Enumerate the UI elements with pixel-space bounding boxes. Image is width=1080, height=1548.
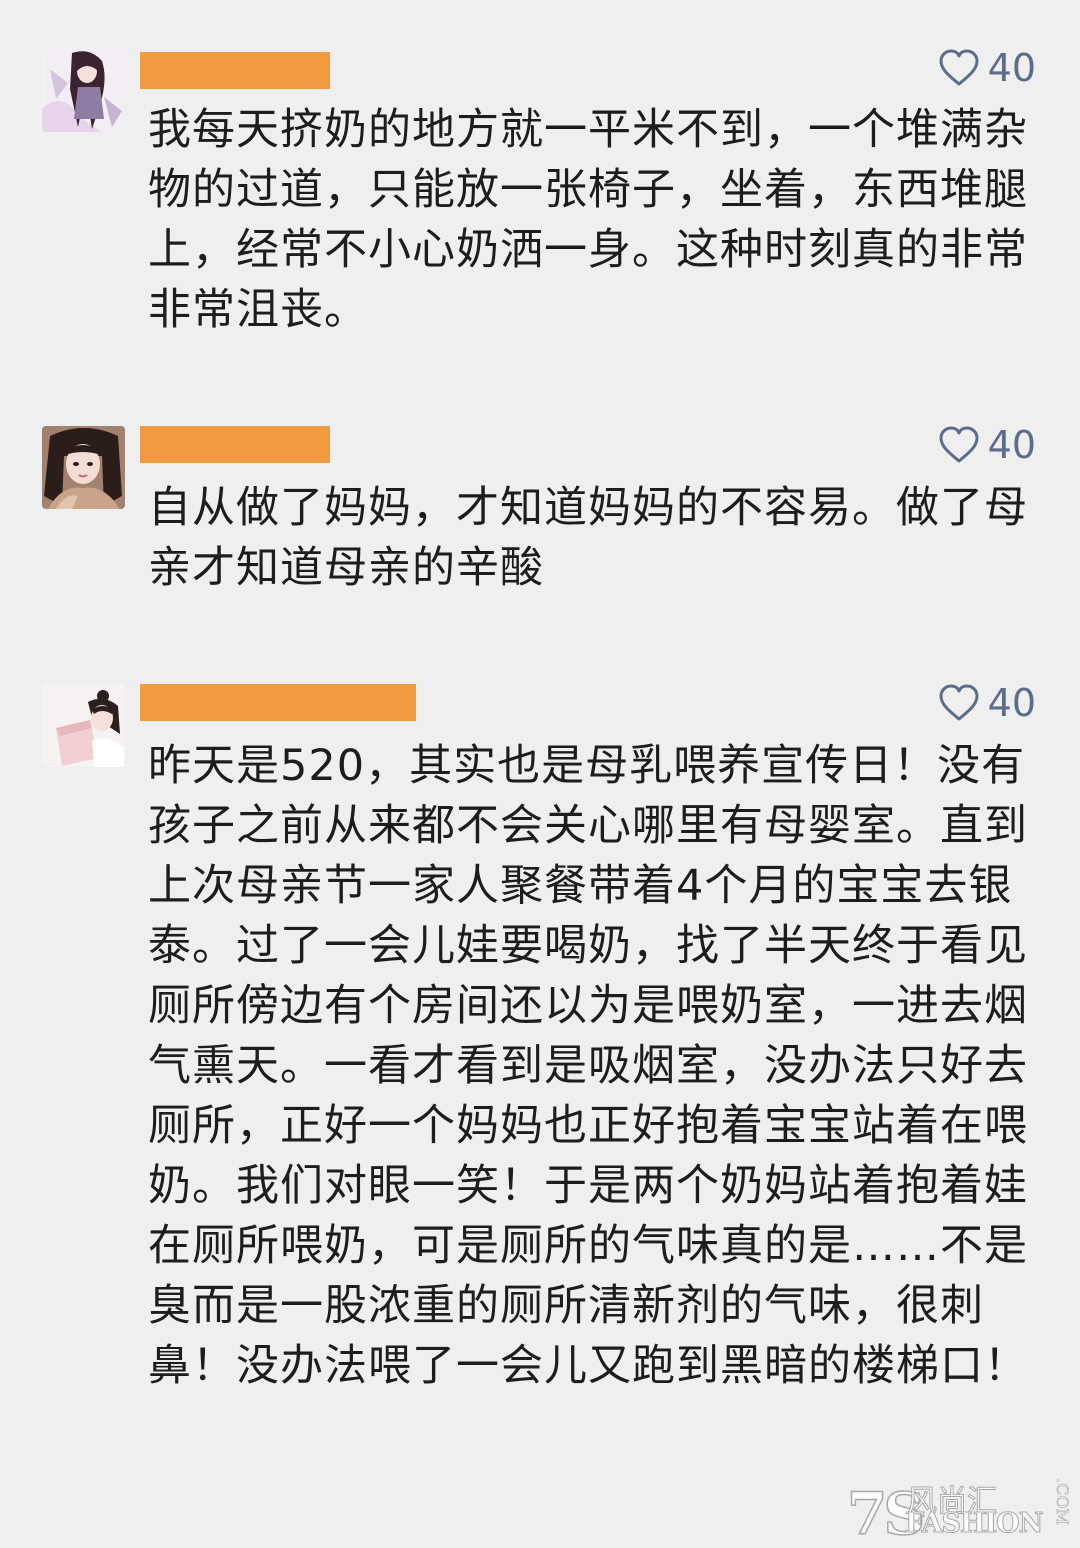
comment-text: 我每天挤奶的地方就一平米不到，一个堆满杂物的过道，只能放一张椅子，坐着，东西堆腿…	[148, 105, 1028, 335]
anime-girl-avatar-image	[42, 49, 125, 132]
like-count: 40	[987, 46, 1036, 90]
like-button[interactable]: 40	[938, 46, 1036, 90]
like-count: 40	[987, 681, 1036, 725]
like-count: 40	[987, 423, 1036, 467]
comment-text: 自从做了妈妈，才知道妈妈的不容易。做了母亲才知道母亲的辛酸	[148, 483, 1028, 593]
heart-icon	[939, 426, 979, 463]
woman-photo-avatar-image	[42, 426, 125, 509]
like-button[interactable]: 40	[938, 423, 1036, 467]
fashion-site-watermark-logo: 7S 风尚汇 FASHION .COM	[846, 1476, 1073, 1548]
comment-text: 昨天是520，其实也是母乳喂养宣传日！没有孩子之前从来都不会关心哪里有母婴室。直…	[148, 741, 1028, 1391]
watermark-domain-suffix: .COM	[1053, 1478, 1073, 1525]
user-avatar[interactable]	[42, 426, 125, 509]
woman-with-book-avatar-image	[42, 684, 125, 767]
user-avatar[interactable]	[42, 49, 125, 132]
comment-item: 40 我每天挤奶的地方就一平米不到，一个堆满杂物的过道，只能放一张椅子，坐着，东…	[0, 0, 1080, 380]
heart-icon	[939, 684, 979, 721]
redacted-username	[140, 426, 330, 463]
user-avatar[interactable]	[42, 684, 125, 767]
like-button[interactable]: 40	[938, 681, 1036, 725]
watermark-english-text: FASHION	[904, 1508, 1043, 1540]
redacted-username	[140, 52, 330, 89]
heart-icon	[939, 49, 979, 86]
comment-item: 40 自从做了妈妈，才知道妈妈的不容易。做了母亲才知道母亲的辛酸	[0, 380, 1080, 650]
redacted-username	[140, 684, 416, 721]
comment-item: 40 昨天是520，其实也是母乳喂养宣传日！没有孩子之前从来都不会关心哪里有母婴…	[0, 640, 1080, 1548]
